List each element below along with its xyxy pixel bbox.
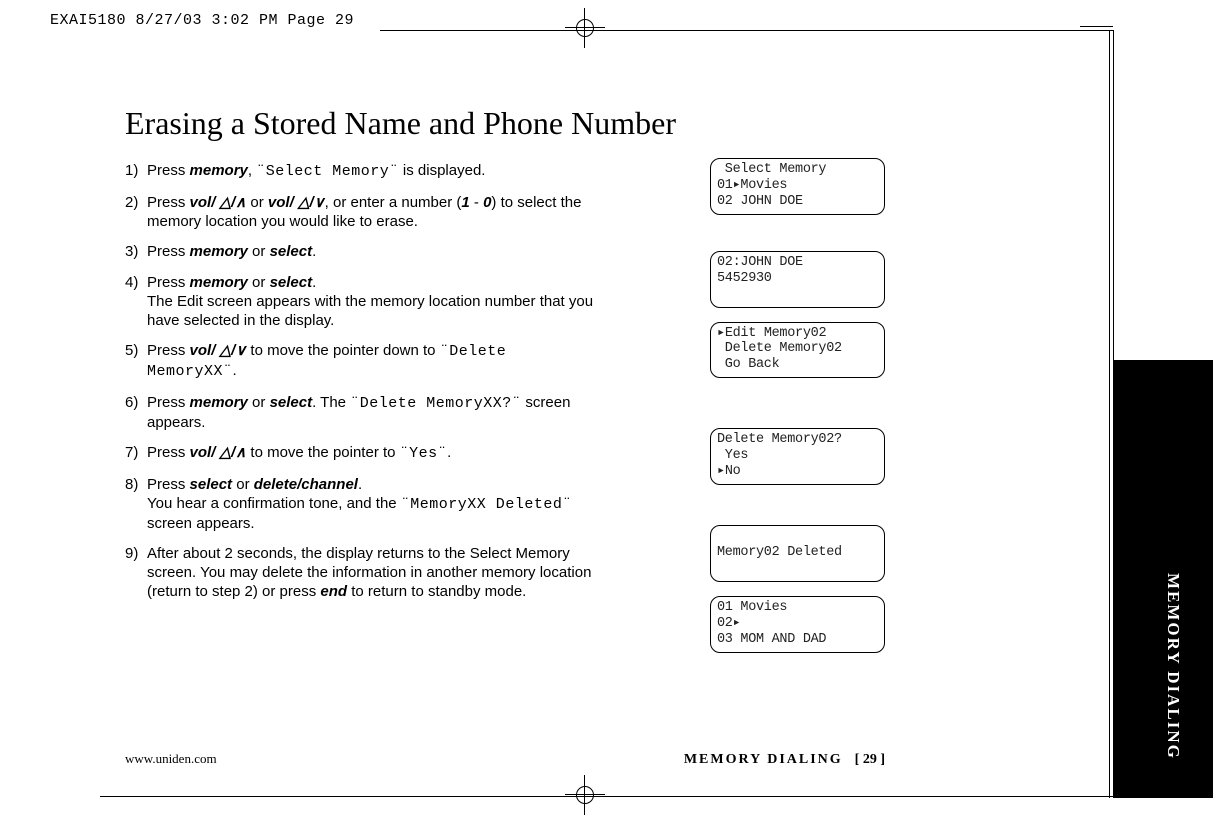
- step-4: 4) Press memory or select. The Edit scre…: [125, 274, 595, 330]
- lcd-screen-1: Select Memory 01▸Movies 02 JOHN DOE: [710, 158, 885, 215]
- lcd-screens: Select Memory 01▸Movies 02 JOHN DOE 02:J…: [710, 158, 885, 653]
- footer-section: MEMORY DIALING[ 29 ]: [684, 752, 885, 768]
- up-icon: ∧: [235, 444, 246, 461]
- down-icon: ∨: [314, 194, 325, 211]
- lcd-screen-6: 01 Movies 02▸ 03 MOM AND DAD: [710, 596, 885, 653]
- ringer-icon: △: [298, 194, 310, 211]
- down-icon: ∨: [235, 342, 246, 359]
- page-footer: www.uniden.com MEMORY DIALING[ 29 ]: [125, 751, 885, 768]
- step-6: 6) Press memory or select. The ¨Delete M…: [125, 394, 595, 433]
- section-tab: MEMORY DIALING: [1114, 360, 1213, 798]
- registration-mark-bottom: [565, 775, 605, 815]
- step-3: 3) Press memory or select.: [125, 243, 595, 262]
- lcd-screen-4: Delete Memory02? Yes ▸No: [710, 428, 885, 485]
- lcd-screen-3: ▸Edit Memory02 Delete Memory02 Go Back: [710, 322, 885, 379]
- imposition-header: EXAI5180 8/27/03 3:02 PM Page 29: [50, 12, 354, 29]
- lcd-screen-5: Memory02 Deleted: [710, 525, 885, 582]
- ringer-icon: △: [220, 194, 232, 211]
- up-icon: ∧: [235, 194, 246, 211]
- section-tab-label: MEMORY DIALING: [1163, 573, 1183, 760]
- step-7: 7) Press vol/ △/∧ to move the pointer to…: [125, 444, 595, 464]
- page-title: Erasing a Stored Name and Phone Number: [125, 105, 885, 142]
- lcd-screen-2: 02:JOHN DOE 5452930: [710, 251, 885, 308]
- registration-mark-top: [565, 8, 605, 48]
- step-9: 9) After about 2 seconds, the display re…: [125, 545, 595, 601]
- page-number: [ 29 ]: [855, 752, 885, 767]
- step-5: 5) Press vol/ △/∨ to move the pointer do…: [125, 342, 595, 382]
- step-2: 2) Press vol/ △/∧ or vol/ △/∨, or enter …: [125, 194, 595, 232]
- step-1: 1) Press memory, ¨Select Memory¨ is disp…: [125, 162, 595, 182]
- footer-url: www.uniden.com: [125, 751, 217, 767]
- ringer-icon: △: [220, 444, 232, 461]
- ringer-icon: △: [220, 342, 232, 359]
- step-8: 8) Press select or delete/channel. You h…: [125, 476, 595, 533]
